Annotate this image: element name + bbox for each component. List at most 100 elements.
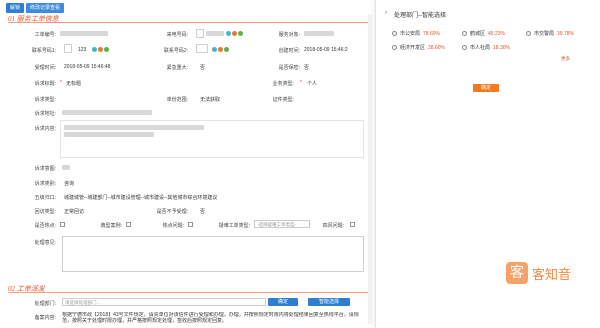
option-percent: 78.60% — [423, 30, 440, 37]
phone-icon[interactable] — [238, 31, 243, 36]
more-link[interactable]: 更多 — [561, 56, 570, 62]
panel-confirm-button[interactable]: 确定 — [473, 84, 499, 92]
category-label: 五级归口: — [34, 195, 56, 201]
caller-no-value — [206, 31, 224, 36]
caller-no-label: 来电号码: — [166, 32, 188, 38]
option-name: 市公安局 — [400, 31, 421, 37]
cert-type-label: 证件类型: — [272, 97, 294, 103]
confidential-label: 是否保密: — [278, 65, 300, 71]
option-percent: 45.23% — [488, 30, 505, 37]
scope-label: 单份范围: — [166, 97, 188, 103]
biz-type-star: * — [300, 80, 302, 86]
option-name: 市交警局 — [534, 31, 555, 37]
typical-label: 典型案例: — [100, 223, 122, 229]
dept-option[interactable]: 市人社局 18.30% — [462, 44, 510, 51]
caller-phone-icons — [226, 31, 243, 36]
panel-title: 处理部门--智能选择 — [394, 13, 446, 19]
dept-select[interactable]: 请选择处理部门... — [62, 298, 266, 306]
phone-icon[interactable] — [232, 31, 237, 36]
reply-type-label: 回访类型: — [34, 209, 56, 215]
service-target-label: 服务对象: — [278, 32, 300, 38]
service-target-value — [304, 31, 334, 36]
phone-icon[interactable] — [218, 47, 223, 52]
opinion-label: 处理意见: — [34, 240, 56, 246]
option-percent: 28.60% — [428, 44, 445, 51]
chevron-right-icon[interactable]: › — [385, 10, 387, 16]
accept-time-value: 2018-05-09 15:46:48 — [64, 64, 111, 70]
phone-icon[interactable] — [104, 47, 109, 52]
radio-icon[interactable] — [462, 45, 467, 50]
create-time-label: 创建时间: — [278, 48, 300, 54]
dept-option[interactable]: 市公安局 78.60% — [392, 30, 440, 37]
scope-value: 无法获取 — [200, 97, 221, 103]
reply-type-value: 正常回访 — [64, 209, 85, 215]
order-no-value — [60, 31, 108, 36]
toolbar: 解锁 修改记录查看 — [6, 3, 65, 13]
radio-icon[interactable] — [392, 45, 397, 50]
option-percent: 39.78% — [557, 30, 574, 37]
phone-icon[interactable] — [224, 47, 229, 52]
req-purpose-value — [62, 165, 70, 170]
contact1-field[interactable] — [64, 44, 72, 53]
biz-type-value: 个人 — [307, 81, 318, 87]
contact2-phone-icons — [212, 47, 229, 52]
urgent-value: 否 — [200, 65, 206, 71]
contact2-label: 联系号码2: — [163, 48, 188, 54]
req-type-label: 诉求类型: — [34, 97, 56, 103]
req-content-label: 诉求内容: — [34, 126, 56, 132]
dept-confirm-button[interactable]: 确定 — [268, 298, 298, 306]
dept-option[interactable]: 鹤城区 45.23% — [462, 30, 505, 37]
smart-select-button[interactable]: 智能选择 — [308, 298, 350, 306]
four-checkbox[interactable] — [350, 222, 355, 227]
contact1-value: 123 — [78, 47, 87, 53]
biz-type-label: 业务类型: — [272, 81, 294, 87]
edit-history-button[interactable]: 修改记录查看 — [26, 3, 65, 13]
req-purpose-label: 诉求意图: — [34, 166, 56, 172]
special-select[interactable]: -选择疑难工单类型- — [254, 220, 310, 228]
radio-icon[interactable] — [392, 31, 397, 36]
req-class-label: 诉求类别: — [34, 181, 56, 187]
contact1-phone-icons — [92, 47, 109, 52]
option-percent: 18.30% — [493, 44, 510, 51]
dept-option[interactable]: 经济开发区 28.60% — [392, 44, 445, 51]
create-time-value: 2018-05-09 15:46:2 — [304, 47, 348, 53]
req-title-star: * — [60, 80, 62, 86]
typical-checkbox[interactable] — [126, 222, 131, 227]
dept-option[interactable]: 市交警局 39.78% — [526, 30, 574, 37]
not-accept-value: 否 — [200, 209, 206, 215]
phone-icon[interactable] — [226, 31, 231, 36]
urgent-label: 紧急重大: — [166, 65, 188, 71]
hotline-checkbox[interactable] — [188, 222, 193, 227]
not-accept-label: 是否不予受理: — [156, 209, 188, 215]
hotline-label: 热点问题: — [162, 223, 184, 229]
unlock-button[interactable]: 解锁 — [6, 3, 25, 13]
scrollbar[interactable] — [368, 14, 372, 324]
hot-checkbox[interactable] — [60, 222, 65, 227]
brand-logo: 客 客知音 — [506, 262, 571, 284]
option-name: 鹤城区 — [470, 31, 486, 37]
category-value: 城建城管--城建部门--城市建设管理--城市建设--其他城市综合环境建议 — [64, 195, 218, 201]
option-name: 市人社局 — [470, 45, 491, 51]
radio-icon[interactable] — [462, 31, 467, 36]
phone-icon[interactable] — [92, 47, 97, 52]
req-content-blur — [64, 125, 204, 130]
dept-label: 处理部门: — [34, 301, 56, 307]
req-content-blur — [64, 132, 154, 137]
contact2-field[interactable] — [196, 44, 208, 53]
advice-label: 备案内容: — [34, 315, 56, 321]
radio-icon[interactable] — [526, 31, 531, 36]
section-divider — [8, 22, 372, 23]
req-title-value: 无标题 — [66, 81, 82, 87]
req-class-value: 咨询 — [64, 181, 75, 187]
logo-text: 客知音 — [532, 267, 572, 283]
special-label: 疑难工单类型: — [218, 223, 250, 229]
hot-label: 是否热点: — [34, 223, 56, 229]
opinion-textarea[interactable] — [62, 236, 364, 272]
req-title-label: 诉求标题: — [34, 81, 56, 87]
phone-icon[interactable] — [212, 47, 217, 52]
caller-no-field[interactable] — [196, 29, 204, 38]
section-divider — [8, 292, 372, 293]
four-label: 四风问题: — [322, 223, 344, 229]
option-name: 经济开发区 — [400, 45, 426, 51]
phone-icon[interactable] — [98, 47, 103, 52]
